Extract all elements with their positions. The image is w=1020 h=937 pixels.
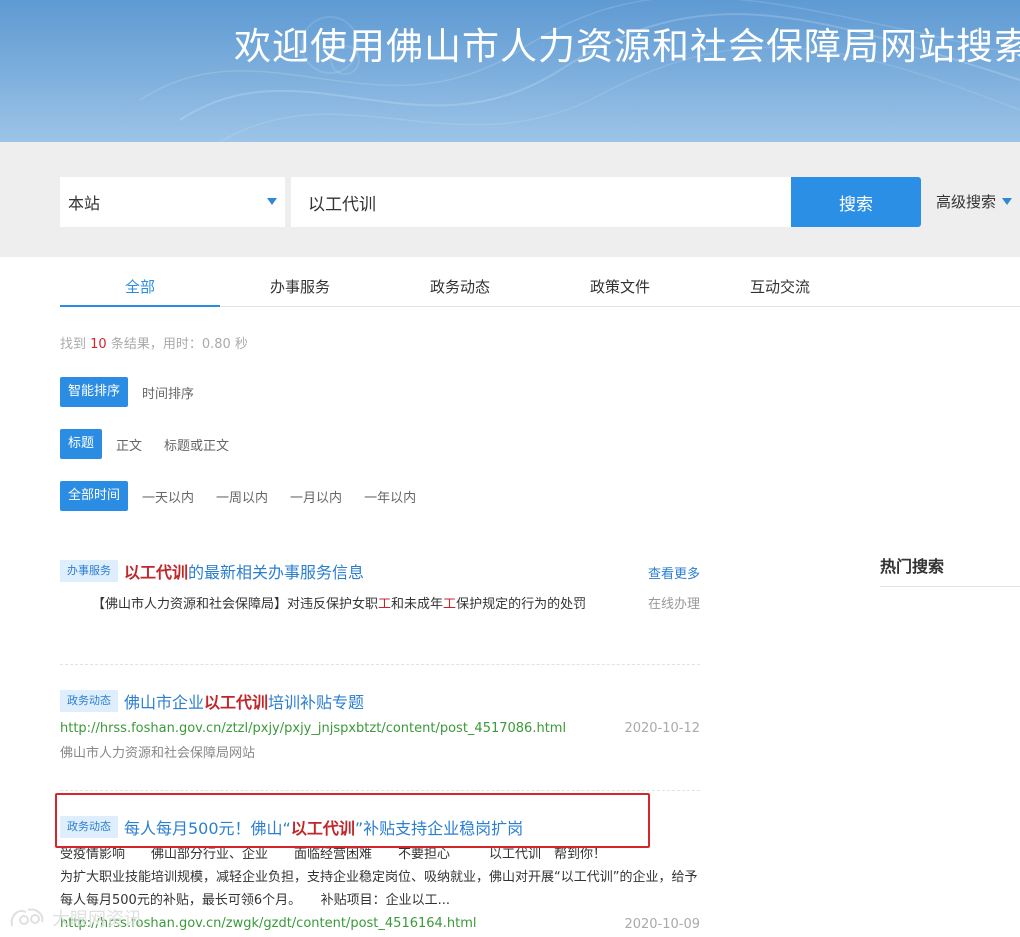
result-date: 2020-10-09 [624,917,700,932]
title-highlight: 以工代训 [124,563,189,582]
result-url[interactable]: http://hrss.foshan.gov.cn/ztzl/pxjy/pxjy… [60,721,700,736]
time-filter: 全部时间 一天以内 一周以内 一月以内 一年以内 [60,481,438,511]
result-tag: 办事服务 [60,560,118,582]
result-stats: 找到 10 条结果，用时：0.80 秒 [60,333,248,352]
advanced-search-label: 高级搜索 [936,193,997,211]
title-highlight: 以工代训 [204,693,269,712]
stats-suffix: 条结果，用时：0.80 秒 [110,337,248,352]
field-title[interactable]: 标题 [60,429,103,459]
result-title[interactable]: 以工代训的最新相关办事服务信息 [124,563,364,582]
divider [60,790,700,791]
hot-search-title: 热门搜索 [880,557,945,576]
divider [880,586,1020,587]
advanced-search-toggle[interactable]: 高级搜索 [936,191,1013,212]
time-all[interactable]: 全部时间 [60,481,129,511]
time-month[interactable]: 一月以内 [290,487,342,506]
annotation-highlight-box [55,793,650,848]
watermark-text: 大眼网资讯 [52,909,142,930]
service-item[interactable]: 【佛山市人力资源和社会保障局】对违反保护女职工和未成年工保护规定的行为的处罚 [92,593,612,616]
site-banner: 欢迎使用佛山市人力资源和社会保障局网站搜索平台 [0,0,1020,142]
result-tag: 政务动态 [60,690,118,712]
title-text: 的最新相关办事服务信息 [188,563,365,582]
result-title[interactable]: 佛山市企业以工代训培训补贴专题 [124,693,364,712]
snippet-line: 为扩大职业技能培训规模，减轻企业负担，支持企业稳定岗位、吸纳就业，佛山对开展“以… [60,870,698,908]
caret-down-icon [1002,198,1013,205]
scope-select[interactable]: 本站 [60,177,285,227]
sort-time[interactable]: 时间排序 [142,383,194,402]
online-service-link[interactable]: 在线办理 [648,593,700,612]
divider [60,664,700,665]
watermark-logo-icon [10,908,44,927]
search-bar: 本站 搜索 高级搜索 [0,142,1020,257]
view-more-link[interactable]: 查看更多 [648,563,700,582]
search-button[interactable]: 搜索 [791,177,921,227]
result-url[interactable]: http://hrss.foshan.gov.cn/zwgk/gzdt/cont… [60,916,700,931]
item-text: 【佛山市人力资源和社会保障局】对违反保护女职 [92,597,379,612]
search-input[interactable] [291,177,791,227]
sort-filter: 智能排序 时间排序 [60,377,216,407]
service-result: 办事服务 以工代训的最新相关办事服务信息 查看更多 在线办理 【佛山市人力资源和社… [60,559,700,616]
result-snippet: 受疫情影响 佛山部分行业、企业 面临经营困难 不要担心 以工代训 帮到你！ 为扩… [60,843,700,912]
time-year[interactable]: 一年以内 [364,487,416,506]
field-body[interactable]: 正文 [116,435,142,454]
item-text: 和未成年 [391,597,444,612]
page-title: 欢迎使用佛山市人力资源和社会保障局网站搜索平台 [234,25,1020,68]
time-week[interactable]: 一周以内 [216,487,268,506]
tab-services[interactable]: 办事服务 [220,268,380,306]
tab-news[interactable]: 政务动态 [380,268,540,306]
stats-prefix: 找到 [60,337,87,352]
caret-down-icon [267,198,277,205]
title-text: 佛山市企业 [124,693,205,712]
scope-select-value: 本站 [68,194,101,213]
watermark: 大眼网资讯 [8,905,142,931]
result-site: 佛山市人力资源和社会保障局网站 [60,746,256,761]
title-text: 培训补贴专题 [268,693,365,712]
tab-all[interactable]: 全部 [60,268,220,307]
tab-policy[interactable]: 政策文件 [540,268,700,306]
tab-interaction[interactable]: 互动交流 [700,268,860,306]
search-result: 政务动态 佛山市企业以工代训培训补贴专题 http://hrss.foshan.g… [60,689,700,761]
category-tabs: 全部 办事服务 政务动态 政策文件 互动交流 [60,268,1020,307]
item-text: 保护规定的行为的处罚 [456,597,587,612]
item-highlight: 工 [443,597,457,612]
result-date: 2020-10-12 [624,721,700,736]
field-title-or-body[interactable]: 标题或正文 [164,435,229,454]
item-highlight: 工 [378,597,392,612]
sort-smart[interactable]: 智能排序 [60,377,129,407]
field-filter: 标题 正文 标题或正文 [60,429,251,459]
result-count: 10 [90,337,107,352]
time-day[interactable]: 一天以内 [142,487,194,506]
